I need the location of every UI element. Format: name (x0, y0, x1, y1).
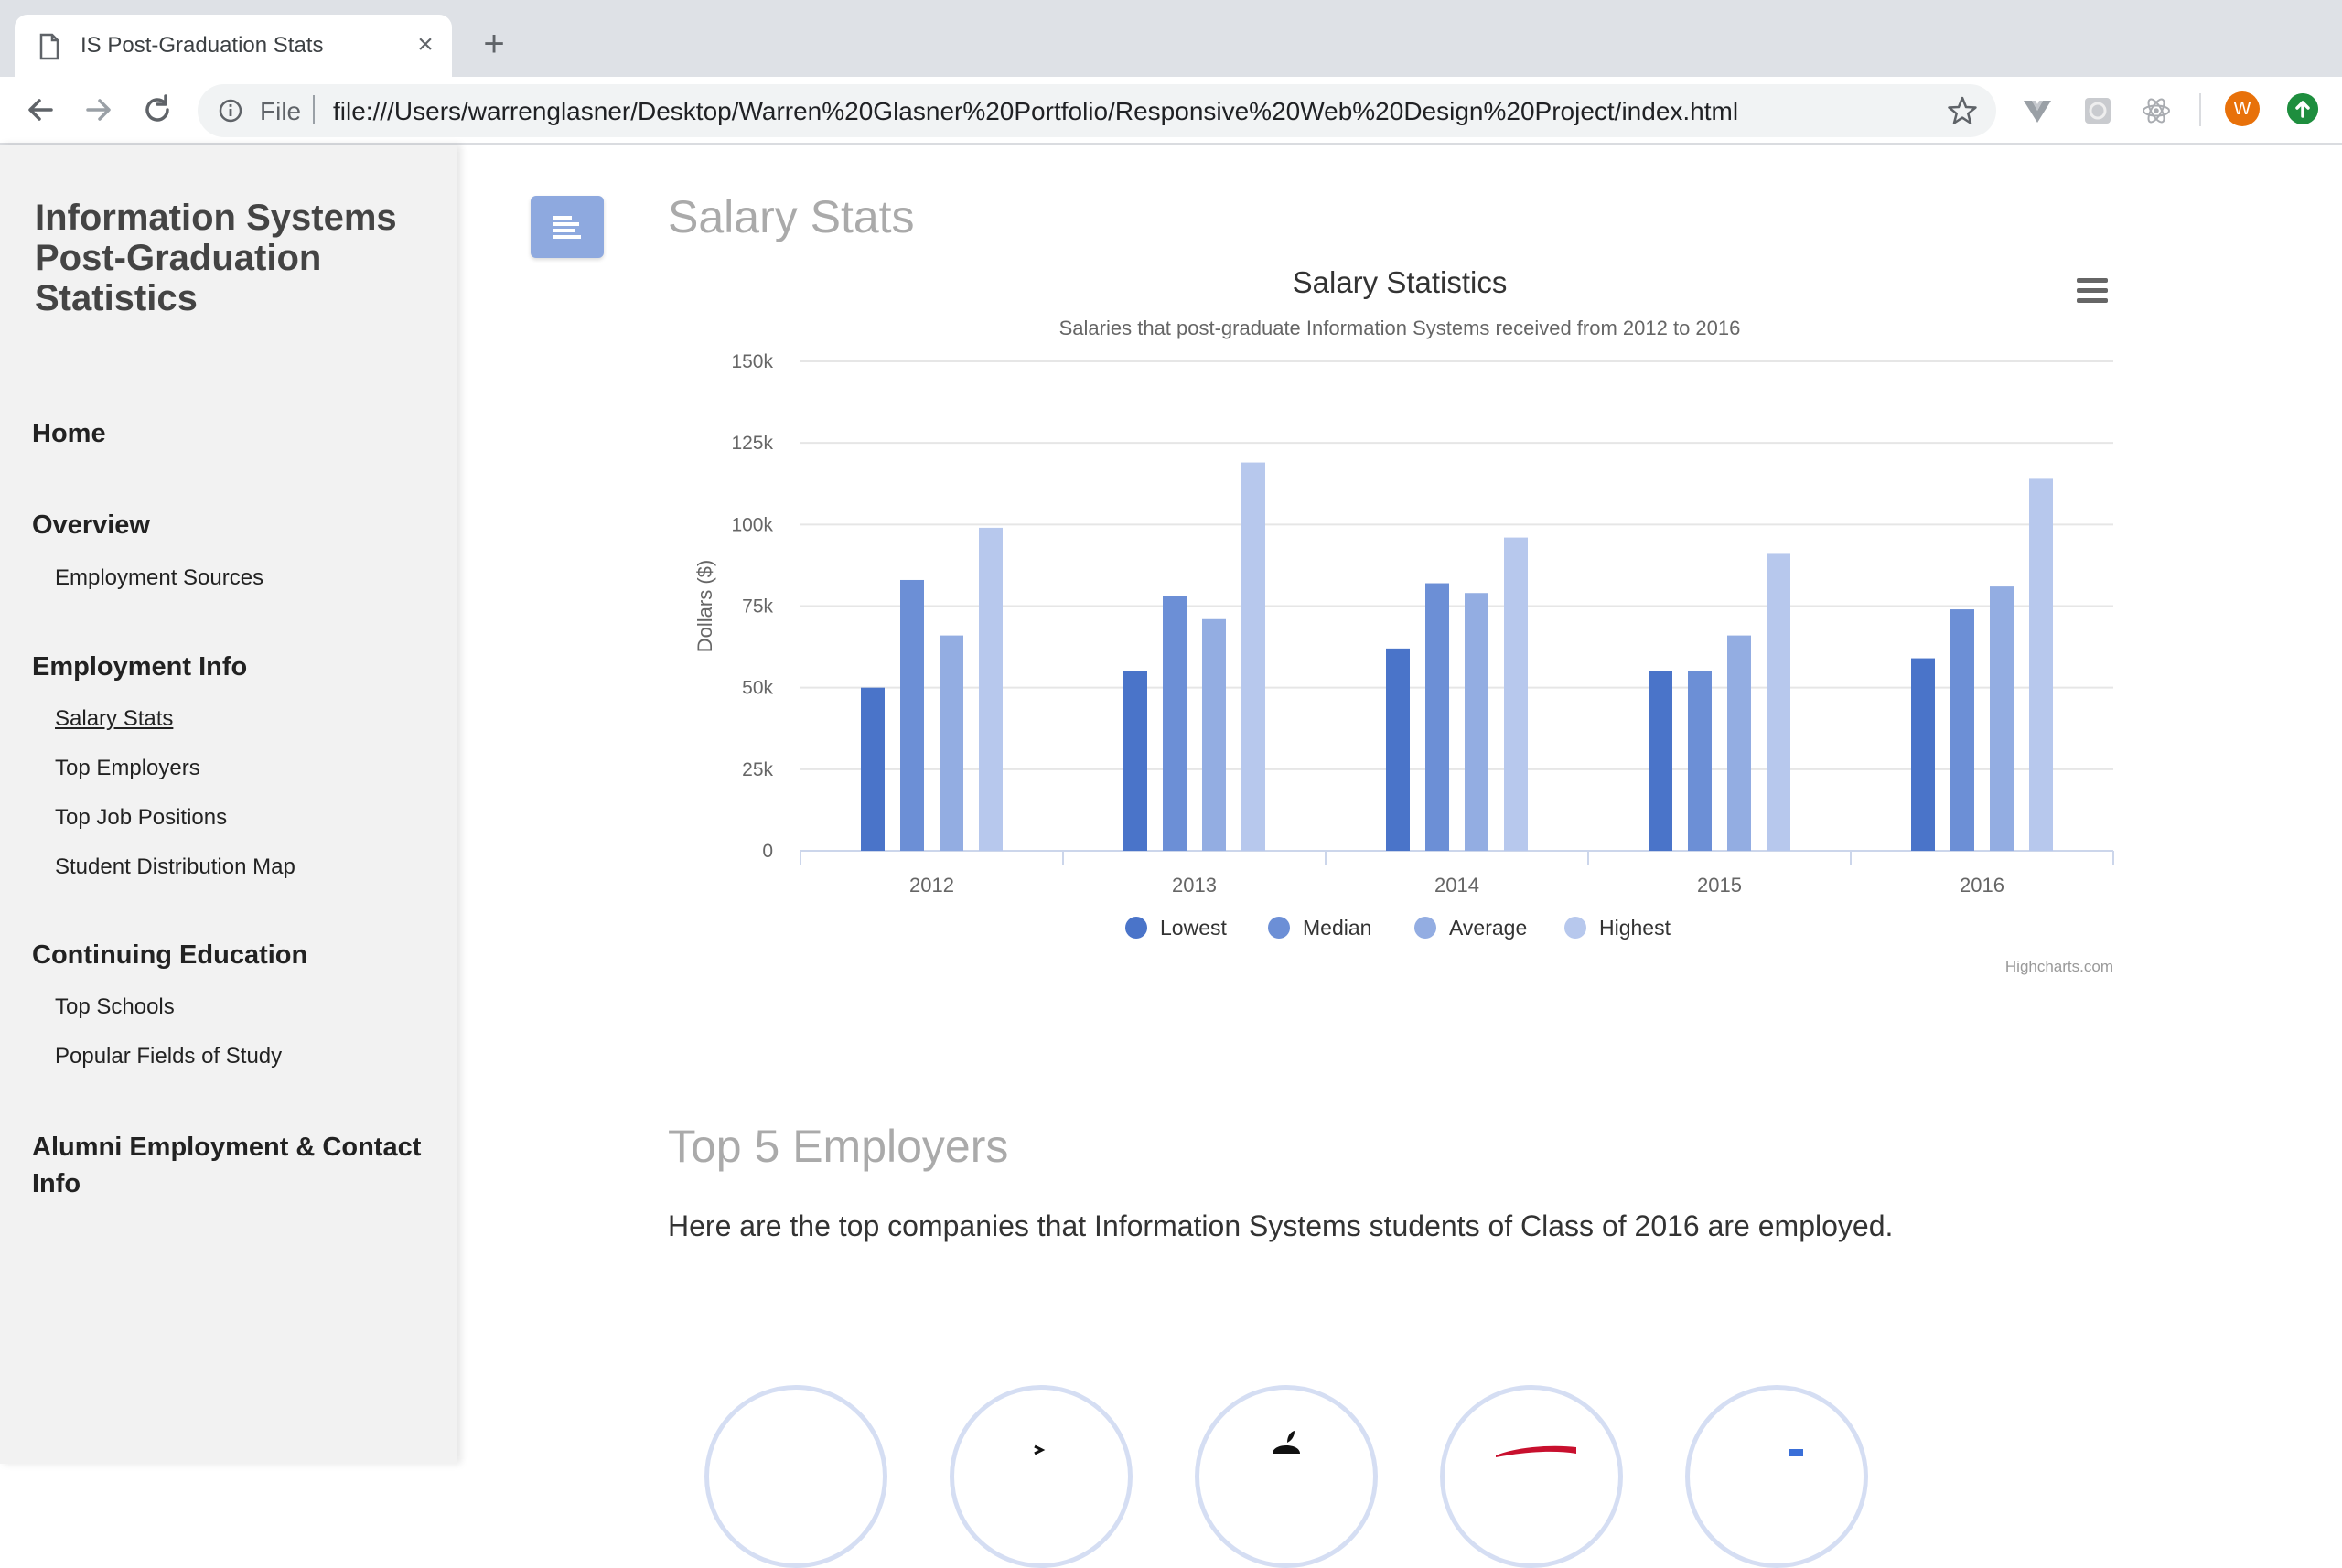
legend-item-lowest: Lowest (1160, 916, 1227, 940)
bar-average-2016 (1990, 586, 2014, 851)
legend-item-median: Median (1303, 916, 1371, 940)
nav-popular-fields[interactable]: Popular Fields of Study (55, 1044, 282, 1069)
sidebar: Information Systems Post-Graduation Stat… (0, 145, 457, 1464)
chart-canvas: Salary Statistics Salaries that post-grad… (693, 265, 2114, 975)
site-title: Information Systems Post-Graduation Stat… (35, 198, 397, 318)
employer-logo-5 (1685, 1385, 1868, 1568)
nav-student-distribution-map[interactable]: Student Distribution Map (55, 854, 295, 880)
nav-alumni-contact[interactable]: Alumni Employment & Contact Info (32, 1129, 435, 1202)
legend-marker (1564, 917, 1586, 939)
bar-average-2013 (1202, 618, 1226, 851)
blue-logo-icon (1789, 1449, 1803, 1456)
employer-logo-2 (950, 1385, 1133, 1568)
x-tick-label: 2015 (1697, 874, 1742, 897)
back-icon[interactable] (20, 90, 60, 130)
employer-logo-1 (704, 1385, 887, 1568)
legend-item-highest: Highest (1599, 916, 1671, 940)
bar-median-2013 (1163, 596, 1187, 851)
extension-icon[interactable] (2082, 95, 2113, 126)
legend-item-average: Average (1449, 916, 1527, 940)
employer-logo-3 (1195, 1385, 1378, 1568)
x-tick-label: 2014 (1434, 874, 1479, 897)
y-tick-label: 0 (762, 841, 773, 862)
x-tick-label: 2013 (1172, 874, 1217, 897)
y-tick-label: 150k (731, 351, 773, 372)
top-employers-heading: Top 5 Employers (668, 1121, 1009, 1172)
bar-lowest-2015 (1649, 671, 1672, 851)
bar-highest-2013 (1241, 462, 1265, 851)
bar-average-2012 (940, 635, 963, 851)
bar-lowest-2016 (1911, 658, 1935, 851)
nav-employment-sources[interactable]: Employment Sources (55, 565, 263, 591)
url-text[interactable]: file:///Users/warrenglasner/Desktop/Warr… (333, 97, 1738, 126)
apple-logo-icon (1273, 1431, 1300, 1454)
chart-subtitle: Salaries that post-graduate Information … (1059, 317, 1741, 339)
tab-title: IS Post-Graduation Stats (81, 33, 324, 58)
legend-marker (1268, 917, 1290, 939)
bar-highest-2014 (1504, 537, 1528, 851)
forward-icon[interactable] (79, 90, 119, 130)
bar-average-2014 (1465, 593, 1488, 851)
y-tick-label: 100k (731, 514, 773, 535)
chart-title: Salary Statistics (1293, 265, 1508, 299)
nav-top-employers[interactable]: Top Employers (55, 756, 200, 781)
info-icon[interactable] (218, 98, 243, 124)
salary-chart: Salary Statistics Salaries that post-grad… (668, 247, 2122, 997)
chart-menu-icon[interactable] (2077, 278, 2108, 306)
y-tick-label: 50k (742, 678, 773, 699)
nav-employment-info[interactable]: Employment Info (32, 652, 247, 682)
address-bar[interactable]: File file:///Users/warrenglasner/Desktop… (198, 84, 1996, 137)
react-devtools-icon[interactable] (2141, 95, 2172, 126)
bar-median-2014 (1425, 583, 1449, 851)
y-tick-label: 125k (731, 433, 773, 454)
bar-average-2015 (1727, 635, 1751, 851)
page-icon (39, 33, 59, 60)
bar-lowest-2012 (861, 687, 885, 851)
omnibox-divider (313, 95, 315, 124)
bar-highest-2015 (1767, 553, 1790, 851)
menu-toggle-button[interactable] (531, 196, 604, 258)
close-tab-icon[interactable]: × (412, 31, 439, 59)
reload-icon[interactable] (137, 90, 177, 130)
bookmark-star-icon[interactable] (1947, 95, 1978, 126)
new-tab-icon[interactable]: + (476, 26, 512, 62)
nav-overview[interactable]: Overview (32, 510, 150, 541)
nav-home[interactable]: Home (32, 419, 106, 449)
y-tick-label: 75k (742, 596, 773, 618)
nav-top-schools[interactable]: Top Schools (55, 994, 175, 1020)
bar-median-2015 (1688, 671, 1712, 851)
nav-continuing-education[interactable]: Continuing Education (32, 940, 307, 971)
bar-median-2012 (900, 579, 924, 851)
vue-devtools-icon[interactable] (2022, 95, 2053, 126)
employer-logo-4 (1440, 1385, 1623, 1568)
bar-lowest-2014 (1386, 648, 1410, 851)
nav-salary-stats[interactable]: Salary Stats (55, 706, 173, 732)
bar-median-2016 (1950, 609, 1974, 851)
y-axis-title: Dollars ($) (693, 560, 716, 652)
bar-highest-2016 (2029, 478, 2053, 851)
align-left-icon (553, 216, 581, 239)
salary-stats-heading: Salary Stats (668, 191, 915, 242)
legend-marker (1414, 917, 1436, 939)
toolbar-divider (2199, 93, 2201, 126)
nav-top-job-positions[interactable]: Top Job Positions (55, 805, 227, 831)
browser-tab[interactable]: IS Post-Graduation Stats × (15, 15, 452, 77)
swoosh-logo-icon (1496, 1445, 1576, 1457)
browser-toolbar: File file:///Users/warrenglasner/Desktop… (0, 77, 2342, 145)
y-tick-label: 25k (742, 759, 773, 780)
x-tick-label: 2016 (1960, 874, 2004, 897)
bar-lowest-2013 (1123, 671, 1147, 851)
chart-credits: Highcharts.com (2005, 958, 2113, 975)
scheme-label: File (260, 97, 302, 125)
x-tick-label: 2012 (909, 874, 954, 897)
update-icon[interactable] (2287, 93, 2318, 124)
profile-avatar[interactable]: W (2225, 91, 2260, 126)
chevron-logo-icon (1034, 1444, 1046, 1455)
top-employers-description: Here are the top companies that Informat… (668, 1209, 1894, 1242)
legend-marker (1125, 917, 1147, 939)
tab-strip: IS Post-Graduation Stats × + (0, 0, 2342, 77)
bar-highest-2012 (979, 527, 1003, 851)
